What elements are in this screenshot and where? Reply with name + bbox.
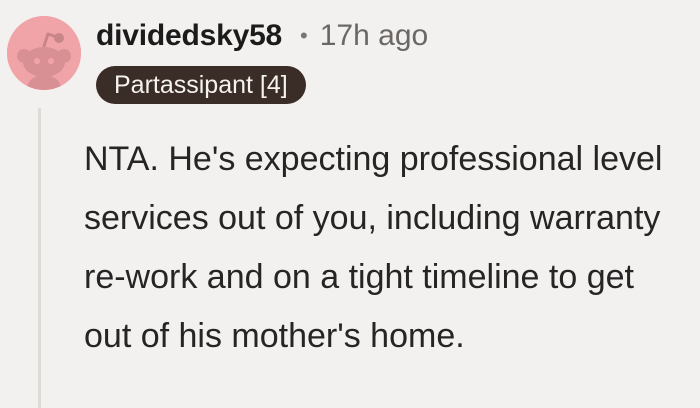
snoo-avatar-icon bbox=[7, 16, 81, 90]
thread-line[interactable] bbox=[38, 108, 41, 408]
user-flair-badge: Partassipant [4] bbox=[96, 66, 306, 104]
timestamp[interactable]: 17h ago bbox=[320, 19, 428, 53]
comment-body: NTA. He's expecting professional level s… bbox=[84, 140, 663, 355]
separator-dot: • bbox=[300, 23, 308, 48]
username-link[interactable]: dividedsky58 bbox=[96, 19, 282, 53]
comment-header: dividedsky58 • 17h ago bbox=[96, 14, 428, 58]
user-avatar[interactable] bbox=[7, 16, 81, 90]
comment: dividedsky58 • 17h ago Partassipant [4] … bbox=[0, 0, 700, 408]
